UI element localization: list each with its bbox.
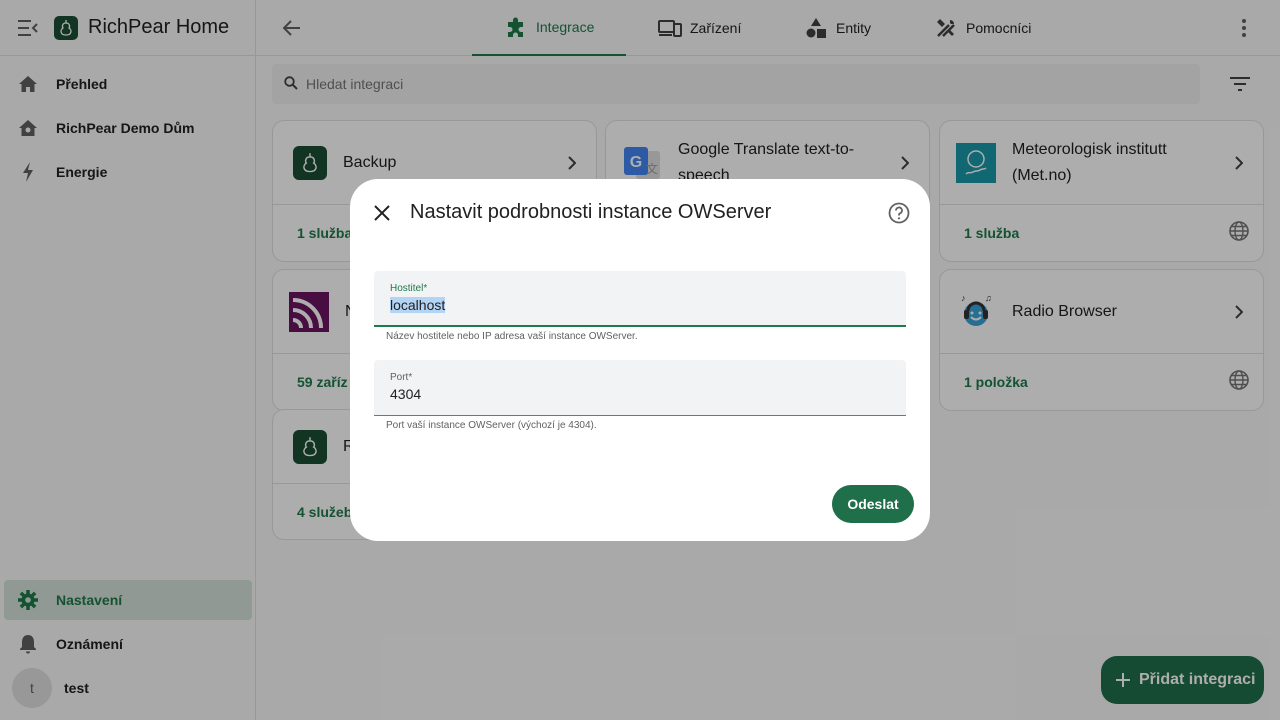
- port-field[interactable]: Port* 4304: [374, 360, 906, 416]
- port-field-label: Port*: [390, 372, 413, 383]
- host-field-helper: Název hostitele nebo IP adresa vaší inst…: [386, 331, 638, 342]
- host-field[interactable]: Hostitel* localhost: [374, 271, 906, 327]
- submit-button[interactable]: Odeslat: [832, 485, 914, 523]
- config-dialog: Nastavit podrobnosti instance OWServer H…: [350, 179, 930, 541]
- dialog-title: Nastavit podrobnosti instance OWServer: [410, 201, 772, 223]
- close-icon[interactable]: [372, 203, 392, 223]
- host-field-label: Hostitel*: [390, 283, 428, 294]
- host-field-value[interactable]: localhost: [390, 297, 446, 313]
- port-field-value[interactable]: 4304: [390, 386, 421, 402]
- port-field-helper: Port vaší instance OWServer (výchozí je …: [386, 420, 597, 431]
- help-icon[interactable]: [888, 202, 910, 224]
